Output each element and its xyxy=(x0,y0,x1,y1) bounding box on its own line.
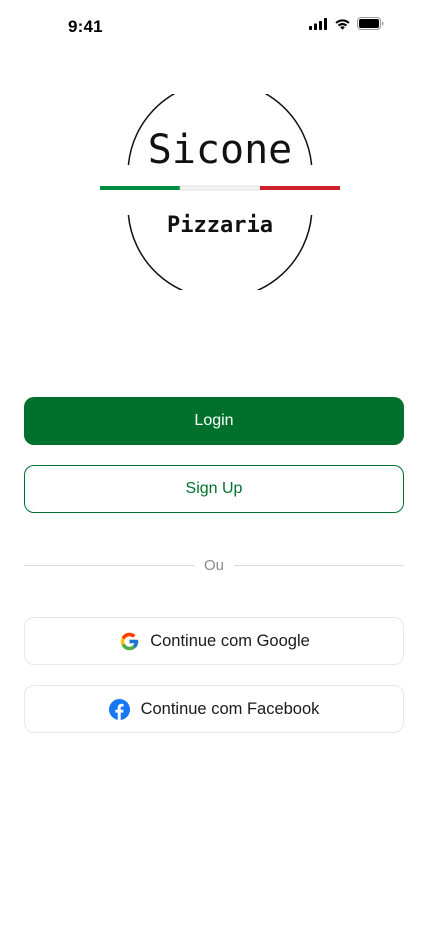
logo-emblem xyxy=(100,80,340,300)
signup-button[interactable]: Sign Up xyxy=(24,465,404,513)
google-icon xyxy=(118,630,140,652)
logo-subtitle: Pizzaria xyxy=(167,213,273,238)
flag-stripe-red xyxy=(260,186,340,190)
brand-logo: Sicone Pizzaria xyxy=(100,80,340,300)
divider-label: Ou xyxy=(204,556,225,574)
google-button-label: Continue com Google xyxy=(150,631,310,650)
divider-line-right xyxy=(234,564,405,566)
logo-title: Sicone xyxy=(147,127,293,173)
google-login-button[interactable]: Continue com Google xyxy=(24,617,404,665)
login-button[interactable]: Login xyxy=(24,397,404,445)
facebook-button-label: Continue com Facebook xyxy=(140,699,320,718)
or-divider: Ou xyxy=(24,555,405,575)
wifi-icon xyxy=(334,17,351,35)
divider-line-left xyxy=(24,564,194,566)
signup-button-label: Sign Up xyxy=(185,480,243,497)
status-bar: 9:41 xyxy=(0,0,428,54)
italian-flag-stripe xyxy=(100,185,340,191)
flag-stripe-white xyxy=(179,185,261,191)
flag-stripe-green xyxy=(100,186,180,190)
facebook-login-button[interactable]: Continue com Facebook xyxy=(24,685,404,733)
status-time: 9:41 xyxy=(68,17,103,36)
cellular-signal-icon xyxy=(309,17,328,35)
status-icons xyxy=(309,17,384,35)
facebook-icon xyxy=(109,698,131,720)
login-button-label: Login xyxy=(194,412,234,429)
battery-icon xyxy=(357,17,384,35)
